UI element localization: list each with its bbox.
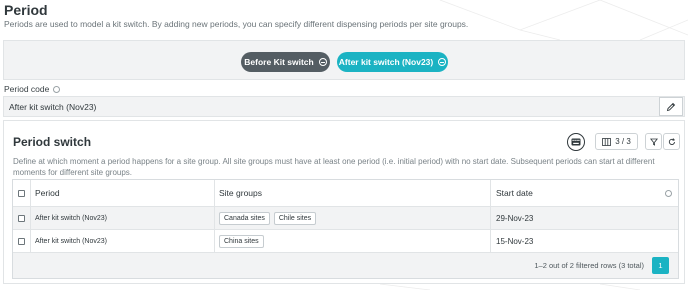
info-icon[interactable] [665,190,672,197]
start-date-cell: 29-Nov-23 [496,213,534,223]
site-group-tag[interactable]: China sites [219,234,264,248]
row-select-cell [13,230,31,252]
edit-period-code-button[interactable] [659,97,683,116]
column-header-period[interactable]: Period [31,180,215,206]
period-cell: After kit switch (Nov23) [31,207,215,229]
info-icon[interactable] [53,85,61,93]
columns-icon [602,137,612,146]
pencil-icon [666,102,676,111]
site-groups-cell: Canada sites Chile sites [215,207,491,229]
pagination-summary: 1–2 out of 2 filtered rows (3 total) [534,261,644,270]
period-tab-before-kit-switch[interactable]: Before Kit switch [241,52,330,72]
filter-button[interactable] [645,133,662,150]
refresh-icon [668,137,675,145]
row-select-cell [13,207,31,229]
start-date-cell: 15-Nov-23 [496,236,534,246]
keyboard-shortcuts-button[interactable] [567,133,585,151]
select-all-checkbox[interactable] [18,189,25,197]
period-switch-table: Period Site groups Start date After kit … [12,179,679,279]
site-group-tag[interactable]: Canada sites [219,211,270,225]
table-row[interactable]: After kit switch (Nov23) China sites 15-… [13,230,678,253]
period-selector-panel: Before Kit switch After kit switch (Nov2… [3,40,685,80]
remove-circle-icon[interactable] [438,58,447,66]
columns-count: 3 / 3 [615,137,631,146]
period-code-label-text: Period code [4,84,50,94]
table-header-row: Period Site groups Start date [13,180,678,207]
period-switch-title: Period switch [13,135,92,149]
period-cell: After kit switch (Nov23) [31,230,215,252]
page-title: Period [4,2,48,18]
period-switch-description: Define at which moment a period happens … [13,157,655,177]
row-checkbox[interactable] [18,237,25,245]
column-chooser-button[interactable]: 3 / 3 [595,133,638,150]
table-footer: 1–2 out of 2 filtered rows (3 total) 1 [13,253,678,278]
row-checkbox[interactable] [18,214,25,222]
period-switch-card: Period switch 3 / 3 Define at which mome… [3,120,685,284]
page-button[interactable]: 1 [652,257,669,274]
column-header-start-date-label: Start date [496,188,533,198]
period-tab-label: Before Kit switch [244,57,314,67]
table-row[interactable]: After kit switch (Nov23) Canada sites Ch… [13,207,678,230]
column-header-site-groups[interactable]: Site groups [215,180,491,206]
period-code-field[interactable]: After kit switch (Nov23) [3,96,685,117]
select-all-cell [13,180,31,206]
filter-icon [649,138,658,146]
refresh-button[interactable] [663,133,680,150]
site-groups-cell: China sites [215,230,491,252]
period-tab-label: After kit switch (Nov23) [338,57,434,67]
page-description: Periods are used to model a kit switch. … [4,19,469,29]
remove-circle-icon[interactable] [318,58,327,66]
keyboard-icon [571,138,581,146]
period-tab-after-kit-switch[interactable]: After kit switch (Nov23) [337,52,448,72]
column-header-start-date[interactable]: Start date [491,180,678,206]
site-group-tag[interactable]: Chile sites [273,211,317,225]
period-code-label: Period code [4,84,61,94]
